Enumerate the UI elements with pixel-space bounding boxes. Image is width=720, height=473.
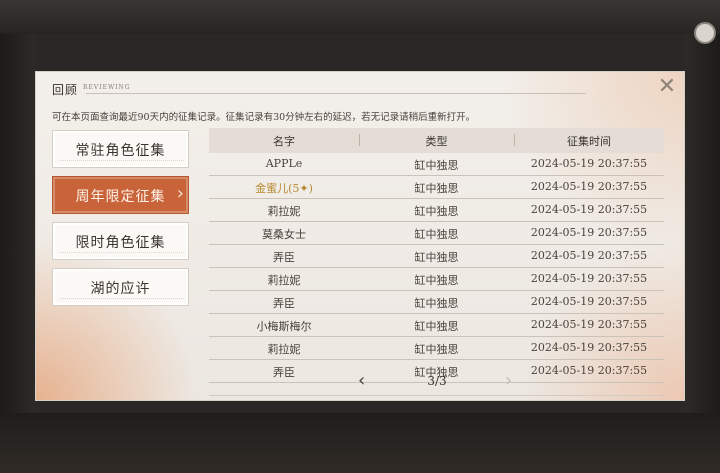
review-panel: 回顾 REVIEWING ✕ 可在本页面查询最近90天内的征集记录。征集记录有3…: [36, 72, 684, 400]
chevron-left-icon[interactable]: ‹: [358, 370, 365, 391]
table-header: 名字 类型 征集时间: [209, 128, 664, 153]
cell-name: 弄臣: [273, 251, 295, 264]
panel-title: 回顾: [52, 83, 79, 97]
cell-name: 莉拉妮: [267, 274, 301, 287]
records-table: 名字 类型 征集时间 APPLe 缸中独思 2024-05-19 20:37:55 金…: [209, 128, 664, 383]
cell-time: 2024-05-19 20:37:55: [530, 226, 648, 239]
cell-name: 金蜜儿(5✦): [255, 182, 313, 195]
cell-type: 缸中独思: [414, 159, 459, 172]
cell-time: 2024-05-19 20:37:55: [530, 249, 648, 262]
cell-time: 2024-05-19 20:37:55: [530, 364, 648, 377]
button-decoration: [59, 252, 184, 256]
cell-time: 2024-05-19 20:37:55: [530, 295, 648, 308]
cell-type: 缸中独思: [414, 251, 459, 264]
table-row: 莫桑女士 缸中独思 2024-05-19 20:37:55: [209, 222, 664, 245]
cell-type: 缸中独思: [414, 297, 459, 310]
cell-name: 莉拉妮: [267, 343, 301, 356]
chevron-right-icon[interactable]: ›: [505, 370, 512, 391]
cell-type: 缸中独思: [414, 182, 459, 195]
column-header-name: 名字: [273, 135, 295, 148]
cell-time: 2024-05-19 20:37:55: [530, 341, 648, 354]
table-row: 小梅斯梅尔 缸中独思 2024-05-19 20:37:55: [209, 314, 664, 337]
button-decoration: [59, 160, 184, 164]
table-row: 弄臣 缸中独思 2024-05-19 20:37:55: [209, 245, 664, 268]
table-row: 莉拉妮 缸中独思 2024-05-19 20:37:55: [209, 199, 664, 222]
column-header-type: 类型: [425, 135, 448, 148]
panel-title-sub: REVIEWING: [83, 84, 131, 91]
cell-name: 小梅斯梅尔: [256, 320, 312, 333]
corner-icon[interactable]: [694, 22, 716, 44]
cell-type: 缸中独思: [414, 343, 459, 356]
cell-name: APPLe: [265, 157, 303, 170]
background-top: [0, 0, 720, 34]
background-left: [0, 34, 36, 434]
table-row: APPLe 缸中独思 2024-05-19 20:37:55: [209, 153, 664, 176]
cell-name: 弄臣: [273, 297, 295, 310]
sidebar-item-label: 湖的应许: [90, 281, 151, 297]
cell-type: 缸中独思: [414, 228, 459, 241]
cell-name: 弄臣: [273, 366, 295, 379]
chevron-right-icon: ›: [176, 183, 184, 204]
sidebar-item-label: 限时角色征集: [75, 235, 166, 251]
column-header-time: 征集时间: [567, 135, 611, 148]
title-divider: [86, 93, 586, 94]
notice-text: 可在本页面查询最近90天内的征集记录。征集记录有30分钟左右的延迟，若无记录请稍…: [52, 112, 476, 123]
button-decoration: [59, 298, 184, 302]
background-bottom: [0, 413, 720, 473]
table-row: 莉拉妮 缸中独思 2024-05-19 20:37:55: [209, 268, 664, 291]
page-indicator: 3/3: [427, 374, 447, 388]
cell-time: 2024-05-19 20:37:55: [530, 203, 648, 216]
cell-time: 2024-05-19 20:37:55: [530, 157, 648, 170]
sidebar-item-label: 周年限定征集: [75, 189, 166, 205]
sidebar-item-standard[interactable]: 常驻角色征集: [52, 130, 189, 168]
table-row: 莉拉妮 缸中独思 2024-05-19 20:37:55: [209, 337, 664, 360]
cell-time: 2024-05-19 20:37:55: [530, 180, 648, 193]
sidebar-item-label: 常驻角色征集: [75, 143, 166, 159]
cell-type: 缸中独思: [414, 274, 459, 287]
cell-type: 缸中独思: [414, 320, 459, 333]
cell-time: 2024-05-19 20:37:55: [530, 318, 648, 331]
table-row: 弄臣 缸中独思 2024-05-19 20:37:55: [209, 291, 664, 314]
bottom-divider: [209, 395, 664, 396]
table-body: APPLe 缸中独思 2024-05-19 20:37:55 金蜜儿(5✦) 缸中独思 2…: [209, 153, 664, 383]
sidebar-item-lake[interactable]: 湖的应许: [52, 268, 189, 306]
cell-name: 莫桑女士: [262, 228, 306, 241]
sidebar-item-limited[interactable]: 限时角色征集: [52, 222, 189, 260]
cell-type: 缸中独思: [414, 205, 459, 218]
table-row: 金蜜儿(5✦) 缸中独思 2024-05-19 20:37:55: [209, 176, 664, 199]
cell-time: 2024-05-19 20:37:55: [530, 272, 648, 285]
close-icon[interactable]: ✕: [656, 76, 678, 98]
sidebar-item-anniversary[interactable]: 周年限定征集 ›: [52, 176, 189, 214]
background-right: [684, 34, 720, 434]
cell-name: 莉拉妮: [267, 205, 301, 218]
